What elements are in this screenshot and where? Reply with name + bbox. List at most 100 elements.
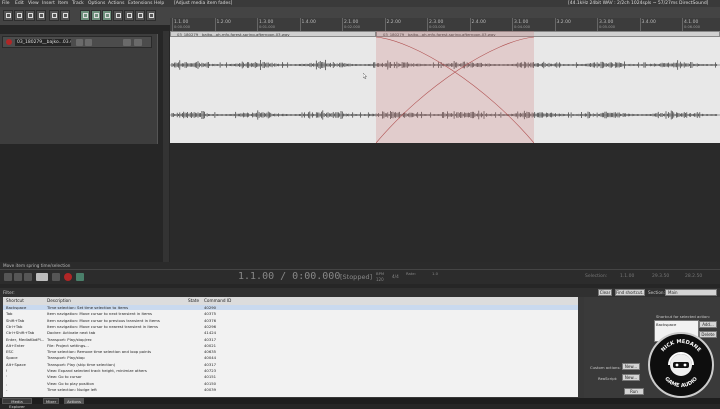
timeline-time-label: 0:06.000 <box>684 25 701 29</box>
table-row[interactable]: Enter, MediaKbdPl... Transport: Play/stop… <box>3 337 578 342</box>
cell-description: View: Go to play position <box>47 380 95 386</box>
tab-mixer[interactable]: Mixer <box>43 398 59 404</box>
grid-toggle-icon[interactable] <box>80 10 90 21</box>
status-bar: Move item spring time/selection <box>0 262 720 269</box>
new-reascript-button[interactable]: New... <box>622 374 640 381</box>
bpm-value[interactable]: 120 <box>376 277 384 282</box>
repeat-icon[interactable] <box>76 273 84 281</box>
col-state[interactable]: State <box>188 298 199 303</box>
cell-description: Transport: Play (skip time selection) <box>47 361 116 367</box>
actions-filter-bar: Filter: Clear Find shortcut... Section: … <box>0 288 720 297</box>
redo-icon[interactable] <box>60 10 70 21</box>
crossfade-region[interactable] <box>375 31 535 144</box>
menu-view[interactable]: View <box>28 1 39 6</box>
pause-icon[interactable] <box>52 273 60 281</box>
custom-actions-label: Custom actions: <box>590 365 621 370</box>
clear-filter-button[interactable]: Clear <box>598 289 612 296</box>
cell-shortcut: ' <box>6 374 8 380</box>
project-settings-icon[interactable] <box>36 10 46 21</box>
menu-item[interactable]: Item <box>58 1 68 6</box>
selection-end[interactable]: 29.3.50 <box>652 274 669 279</box>
menu-help[interactable]: Help <box>154 1 164 6</box>
menu-track[interactable]: Track <box>72 1 84 6</box>
save-project-icon[interactable] <box>25 10 35 21</box>
snap-icon[interactable] <box>113 10 123 21</box>
timeline-tick-line <box>512 18 513 31</box>
ripple-edit-icon[interactable] <box>102 10 112 21</box>
record-arm-button[interactable] <box>6 39 12 45</box>
shortcut-for-action-label: Shortcut for selected action: <box>656 314 711 319</box>
cell-id: 40039 <box>204 386 217 392</box>
stop-icon[interactable] <box>24 273 32 281</box>
cell-description: Item navigation: Move cursor to previous… <box>47 317 160 323</box>
cell-id: 40151 <box>204 374 217 380</box>
cell-description: Item navigation: Move cursor to next tra… <box>47 311 153 317</box>
section-dropdown[interactable]: Main <box>665 289 717 296</box>
timeline-tick-label: 1.4.00 <box>301 20 316 25</box>
timeline-ruler[interactable]: 1.1.00 0:00.000 1.2.00 1.3.00 0:01.000 1.4.00… <box>170 18 720 32</box>
record-button[interactable] <box>64 273 72 281</box>
selected-shortcut[interactable]: Backspace <box>656 322 676 327</box>
add-shortcut-button[interactable]: Add... <box>699 321 717 328</box>
selection-label: Selection: <box>585 274 608 279</box>
cell-shortcut: Backspace <box>6 305 27 310</box>
selection-start[interactable]: 1.1.00 <box>620 274 634 279</box>
metronome-icon[interactable] <box>146 10 156 21</box>
vertical-divider[interactable] <box>163 31 169 265</box>
rewind-icon[interactable] <box>14 273 22 281</box>
table-row[interactable]: Alt+Enter File: Project settings... 40021 <box>3 343 578 348</box>
table-row[interactable]: Ctrl+Shift+Tab Docker: Activate next tab 4… <box>3 330 578 335</box>
col-shortcut[interactable]: Shortcut <box>6 298 24 303</box>
empty-track-area[interactable] <box>170 143 720 265</box>
menu-file[interactable]: File <box>2 1 10 6</box>
tab-media-explorer[interactable]: Media Explorer <box>2 398 32 409</box>
new-custom-action-button[interactable]: New... <box>622 363 640 370</box>
table-row[interactable]: Shift+Tab Item navigation: Move cursor to… <box>3 318 578 323</box>
find-shortcut-button[interactable]: Find shortcut... <box>615 289 645 296</box>
menu-options[interactable]: Options <box>88 1 105 6</box>
fade-out-curve <box>375 36 535 144</box>
table-row[interactable]: ' View: Go to cursor 40151 <box>3 374 578 379</box>
table-row[interactable]: ! View: Expand selected track height, min… <box>3 368 578 373</box>
menu-actions[interactable]: Actions <box>108 1 124 6</box>
item-grouping-icon[interactable] <box>91 10 101 21</box>
selection-length[interactable]: 28.2.50 <box>685 274 702 279</box>
open-project-icon[interactable] <box>14 10 24 21</box>
track-header[interactable]: 03_180279__bajko...03.wav <box>2 36 152 48</box>
table-row[interactable]: ESC Time selection: Remove time selection… <box>3 349 578 354</box>
timeline-time-label: 0:00.000 <box>174 25 191 29</box>
new-project-icon[interactable] <box>3 10 13 21</box>
table-row[interactable]: , View: Go to play position 40150 <box>3 381 578 386</box>
table-row[interactable]: Alt+Space Transport: Play (skip time sele… <box>3 362 578 367</box>
table-row[interactable]: Space Transport: Play/stop 40044 <box>3 355 578 360</box>
table-row[interactable]: Tab Item navigation: Move cursor to next … <box>3 311 578 316</box>
io-button[interactable] <box>134 39 142 46</box>
cell-shortcut: Enter, MediaKbdPl... <box>6 336 45 342</box>
channel-logo: NICK MEDANE GAME AUDIO <box>648 332 714 398</box>
rate-value[interactable]: 1.0 <box>432 271 438 276</box>
go-to-start-icon[interactable] <box>4 273 12 281</box>
fx-button[interactable] <box>123 39 131 46</box>
solo-button[interactable] <box>85 39 92 46</box>
cell-shortcut: Ctrl+Shift+Tab <box>6 330 35 336</box>
auto-crossfade-icon[interactable] <box>124 10 134 21</box>
col-description[interactable]: Description <box>47 298 71 303</box>
cell-id: 40317 <box>204 336 217 342</box>
envelope-lock-icon[interactable] <box>135 10 145 21</box>
tab-actions[interactable]: Actions <box>64 398 84 404</box>
table-row[interactable]: Backspace Time selection: Set time select… <box>3 305 578 310</box>
menu-extensions[interactable]: Extensions <box>128 1 152 6</box>
track-name-field[interactable]: 03_180279__bajko...03.wav <box>15 39 71 46</box>
time-signature[interactable]: 4/4 <box>392 274 399 279</box>
col-command-id[interactable]: Command ID <box>204 298 231 303</box>
play-button[interactable] <box>36 273 48 281</box>
actions-list[interactable]: Backspace Time selection: Set time select… <box>3 305 578 397</box>
cell-shortcut: Alt+Space <box>6 361 26 367</box>
menu-insert[interactable]: Insert <box>42 1 55 6</box>
table-row[interactable]: - Time selection: Nudge left 40039 <box>3 387 578 392</box>
table-row[interactable]: Ctrl+Tab Item navigation: Move cursor to … <box>3 324 578 329</box>
menu-edit[interactable]: Edit <box>15 1 24 6</box>
run-button[interactable]: Run <box>624 388 644 395</box>
mute-button[interactable] <box>76 39 83 46</box>
undo-icon[interactable] <box>49 10 59 21</box>
